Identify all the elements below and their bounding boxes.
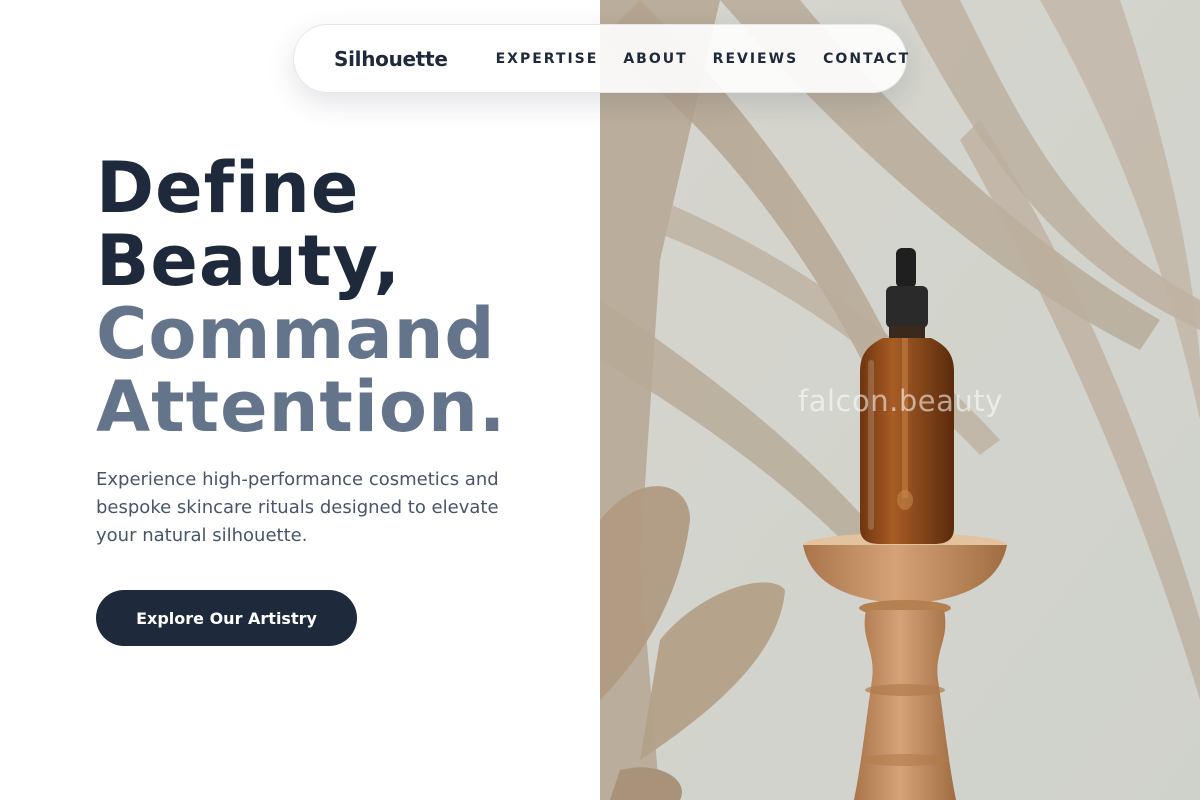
brand-logo-text[interactable]: Silhouette: [334, 47, 448, 71]
explore-artistry-button[interactable]: Explore Our Artistry: [96, 590, 357, 646]
nav-link-contact[interactable]: CONTACT: [823, 51, 910, 67]
hero-text-panel: Define Beauty, Command Attention. Experi…: [0, 0, 600, 800]
headline-line-1: Define: [96, 147, 360, 229]
nav-link-about[interactable]: ABOUT: [623, 51, 687, 67]
hero-subtext: Experience high-performance cosmetics an…: [96, 469, 499, 546]
headline-line-2: Beauty,: [96, 220, 402, 302]
headline-line-4: Attention.: [96, 366, 507, 448]
headline-line-3: Command: [96, 293, 496, 375]
image-watermark: falcon.beauty: [798, 384, 1003, 418]
nav-link-reviews[interactable]: REVIEWS: [713, 51, 798, 67]
nav-link-expertise[interactable]: EXPERTISE: [496, 51, 599, 67]
nav-links: EXPERTISE ABOUT REVIEWS CONTACT: [496, 51, 911, 67]
hero-product-image: falcon.beauty: [600, 0, 1200, 800]
top-navigation: Silhouette EXPERTISE ABOUT REVIEWS CONTA…: [293, 24, 908, 93]
hero-headline: Define Beauty, Command Attention.: [96, 152, 506, 444]
